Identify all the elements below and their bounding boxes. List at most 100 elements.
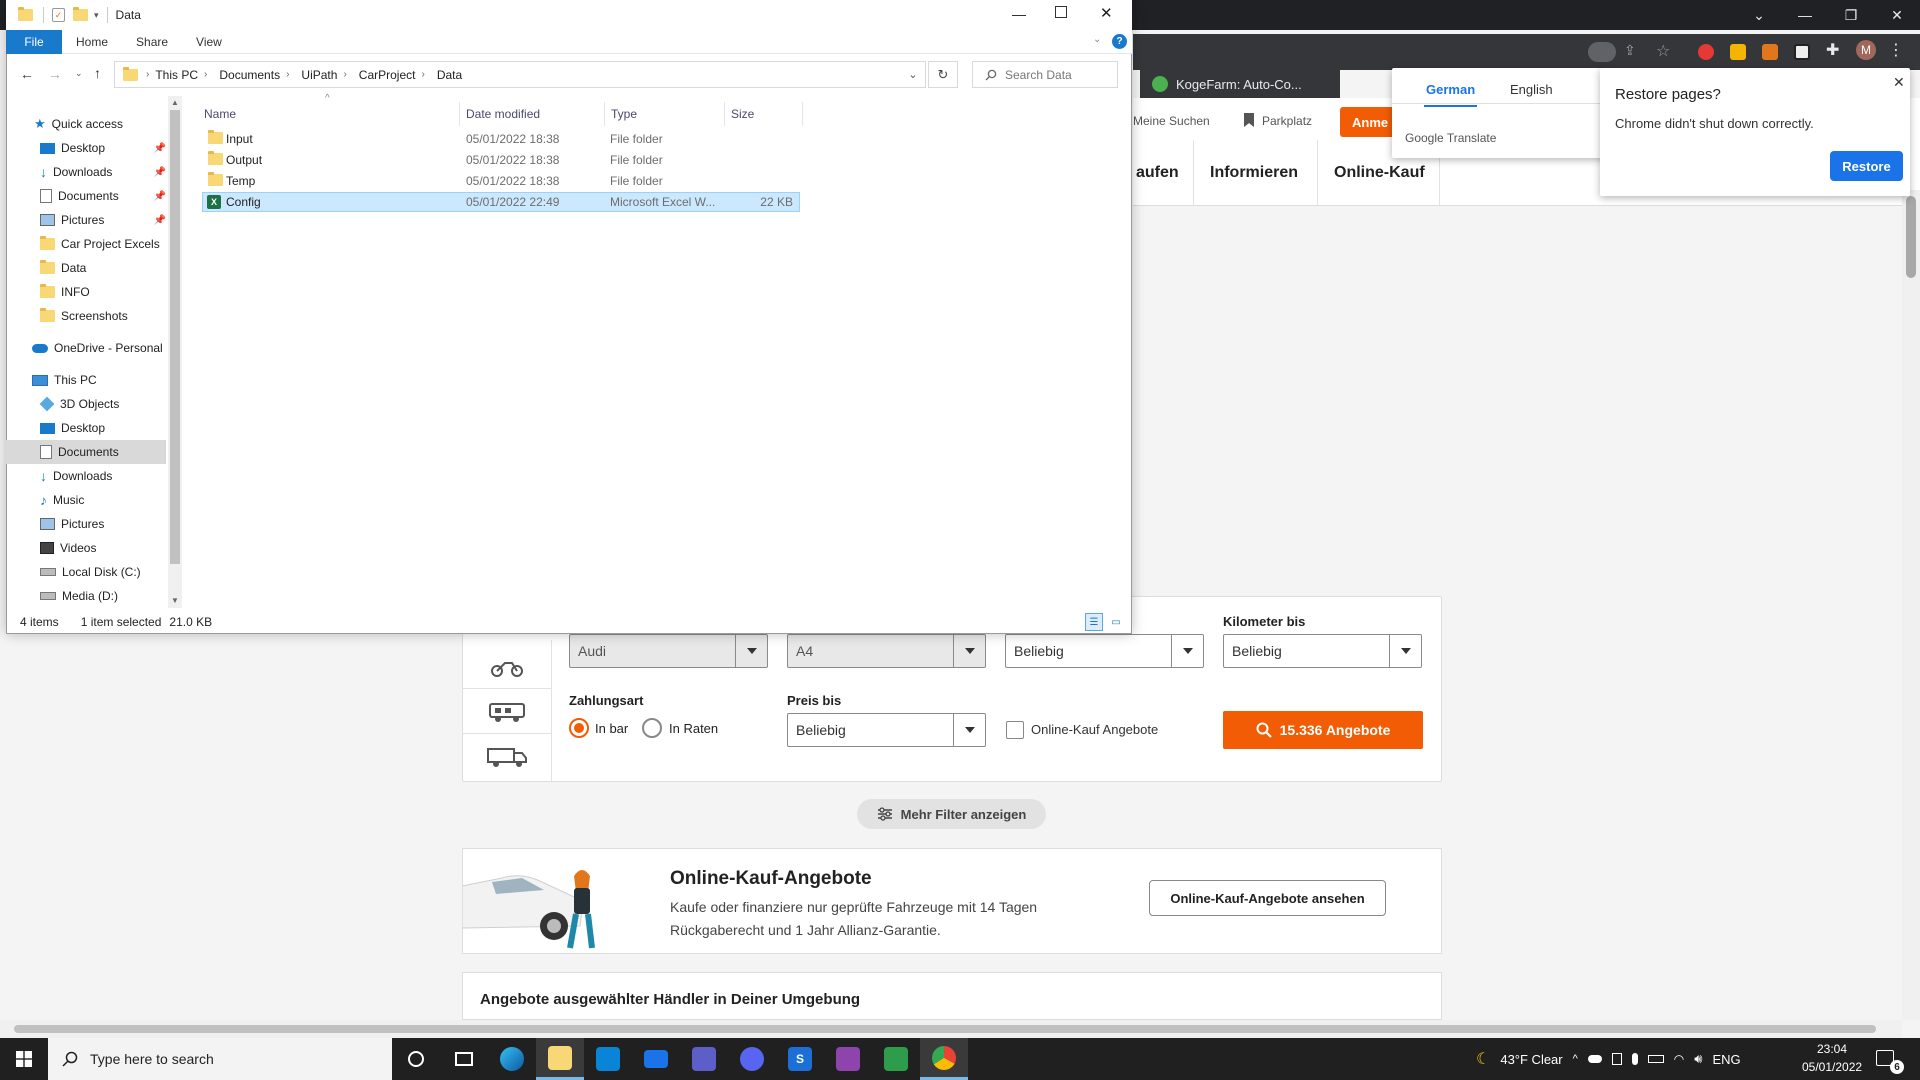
ribbon-tab-share[interactable]: Share <box>122 30 182 54</box>
language-indicator[interactable]: ENG <box>1712 1052 1740 1067</box>
km-select[interactable]: Beliebig <box>1223 634 1422 668</box>
page-vertical-scroll-thumb[interactable] <box>1906 196 1916 278</box>
price-select[interactable]: Beliebig <box>787 713 986 747</box>
column-date-modified[interactable]: Date modified <box>460 102 605 126</box>
breadcrumb-documents[interactable]: Documents › <box>213 68 295 82</box>
vehicle-truck-button[interactable] <box>462 735 552 779</box>
nav-scroll-down-icon[interactable]: ▼ <box>171 596 179 605</box>
tab-kogefarm[interactable]: KogeFarm: Auto-Co... <box>1140 70 1340 98</box>
microphone-icon[interactable] <box>1631 1053 1638 1065</box>
nav-pictures[interactable]: Pictures 📌 <box>6 208 166 232</box>
taskbar-uipath-robot[interactable] <box>872 1038 920 1080</box>
column-type[interactable]: Type <box>605 102 725 126</box>
translate-lang-english[interactable]: English <box>1510 82 1553 105</box>
profile-avatar-icon[interactable]: M <box>1856 40 1876 60</box>
page-horizontal-scroll-thumb[interactable] <box>14 1025 1876 1033</box>
properties-icon[interactable]: ✓ <box>52 8 65 22</box>
volume-icon[interactable]: 🔊︎ <box>1694 1051 1702 1067</box>
extensions-puzzle-icon[interactable]: ✚ <box>1826 40 1839 60</box>
nav-pc-desktop[interactable]: Desktop <box>6 416 166 440</box>
show-offers-button[interactable]: 15.336 Angebote <box>1223 711 1423 749</box>
nav-this-pc[interactable]: This PC <box>6 368 166 392</box>
more-filters-button[interactable]: Mehr Filter anzeigen <box>857 799 1046 829</box>
recent-dropdown-icon[interactable]: ⌄ <box>75 68 83 79</box>
file-row-config[interactable]: X Config 05/01/2022 22:49 Microsoft Exce… <box>202 192 800 212</box>
pay-cash-radio[interactable] <box>569 718 589 738</box>
details-view-icon[interactable]: ☰ <box>1085 613 1103 631</box>
ribbon-tab-file[interactable]: File <box>6 29 62 54</box>
taskbar-file-explorer[interactable] <box>536 1038 584 1080</box>
nav-pc-documents[interactable]: Documents <box>6 440 166 464</box>
nav-onedrive[interactable]: OneDrive - Personal <box>6 336 166 360</box>
new-folder-icon[interactable] <box>73 7 88 21</box>
refresh-icon[interactable]: ↻ <box>928 61 958 88</box>
search-input[interactable]: Search Data <box>972 61 1118 88</box>
view-online-offers-button[interactable]: Online-Kauf-Angebote ansehen <box>1149 880 1386 916</box>
nav-car-project-excels[interactable]: Car Project Excels <box>6 232 166 256</box>
chrome-close-button[interactable]: ✕ <box>1874 0 1920 30</box>
nav-downloads[interactable]: ↓ Downloads 📌 <box>6 160 166 184</box>
extension-square-icon[interactable] <box>1794 44 1810 60</box>
chrome-menu-icon[interactable]: ⋮ <box>1888 40 1904 60</box>
online-kauf-checkbox[interactable] <box>1006 721 1024 739</box>
address-bar[interactable]: › This PC › Documents › UiPath › CarProject… <box>114 61 926 88</box>
battery-icon[interactable] <box>1647 1055 1664 1063</box>
taskbar-clock[interactable]: 23:04 05/01/2022 <box>1802 1040 1862 1076</box>
taskbar-mail[interactable] <box>632 1038 680 1080</box>
column-name[interactable]: Name <box>198 102 460 126</box>
onedrive-cloud-icon[interactable] <box>1587 1055 1602 1063</box>
weather-moon-icon[interactable]: ☾ <box>1476 1049 1490 1069</box>
close-icon[interactable]: ✕ <box>1893 74 1905 91</box>
vehicle-motorbike-button[interactable] <box>462 645 552 689</box>
weather-text[interactable]: 43°F Clear <box>1500 1052 1562 1067</box>
pay-rates-radio[interactable] <box>642 718 662 738</box>
nav-local-disk[interactable]: Local Disk (C:) <box>6 560 166 584</box>
back-arrow-icon[interactable]: ← <box>20 66 34 82</box>
nav-music[interactable]: ♪ Music <box>6 488 166 512</box>
breadcrumb-data[interactable]: Data <box>431 68 468 82</box>
nav-3d-objects[interactable]: 3D Objects <box>6 392 166 416</box>
nav-screenshots[interactable]: Screenshots <box>6 304 166 328</box>
chrome-restore-button[interactable]: ❐ <box>1828 0 1874 30</box>
cortana-button[interactable] <box>392 1038 440 1080</box>
nav-scroll-thumb[interactable] <box>170 110 180 564</box>
extension-fox-icon[interactable] <box>1762 44 1778 60</box>
translate-icon[interactable] <box>1588 42 1616 62</box>
extension-cube-icon[interactable] <box>1730 44 1746 60</box>
start-button[interactable] <box>0 1038 48 1080</box>
column-size[interactable]: Size <box>725 102 803 126</box>
breadcrumb-uipath[interactable]: UiPath › <box>295 68 352 82</box>
task-view-button[interactable] <box>440 1038 488 1080</box>
login-button[interactable]: Anme <box>1340 107 1400 137</box>
ribbon-tab-view[interactable]: View <box>182 30 236 54</box>
bookmark-parkplatz[interactable]: Parkplatz <box>1262 114 1312 128</box>
extension-shield-icon[interactable] <box>1698 44 1714 60</box>
chrome-minimize-button[interactable]: — <box>1782 0 1828 30</box>
taskbar-search-input[interactable]: Type here to search <box>48 1038 392 1080</box>
help-icon[interactable]: ? <box>1112 34 1127 49</box>
tray-chevron-up-icon[interactable]: ^ <box>1573 1053 1578 1065</box>
nav-scroll-up-icon[interactable]: ▲ <box>171 98 179 107</box>
restore-button[interactable]: Restore <box>1830 151 1903 181</box>
large-icons-view-icon[interactable]: ▭ <box>1107 613 1125 631</box>
address-dropdown-icon[interactable]: ⌄ <box>901 68 925 81</box>
taskbar-uipath-assistant[interactable] <box>824 1038 872 1080</box>
nav-info[interactable]: INFO <box>6 280 166 304</box>
taskbar-teams[interactable] <box>680 1038 728 1080</box>
taskbar-chrome[interactable] <box>920 1038 968 1080</box>
maximize-icon[interactable] <box>1055 6 1067 18</box>
nav-videos[interactable]: Videos <box>6 536 166 560</box>
nav-quick-access[interactable]: ★ Quick access <box>6 112 166 136</box>
meet-now-icon[interactable] <box>1611 1053 1622 1065</box>
file-row-temp[interactable]: Temp 05/01/2022 18:38 File folder <box>202 171 800 191</box>
vehicle-camper-button[interactable] <box>462 690 552 734</box>
forward-arrow-icon[interactable]: → <box>48 66 62 82</box>
bookmark-star-icon[interactable]: ☆ <box>1656 41 1670 61</box>
registration-select[interactable]: Beliebig <box>1005 634 1204 668</box>
taskbar-edge[interactable] <box>488 1038 536 1080</box>
qa-dropdown-icon[interactable]: ▾ <box>94 10 99 21</box>
taskbar-discord[interactable] <box>728 1038 776 1080</box>
ribbon-tab-home[interactable]: Home <box>62 30 122 54</box>
breadcrumb-this-pc[interactable]: This PC › <box>149 68 213 82</box>
page-vertical-scrollbar[interactable] <box>1902 190 1920 1020</box>
